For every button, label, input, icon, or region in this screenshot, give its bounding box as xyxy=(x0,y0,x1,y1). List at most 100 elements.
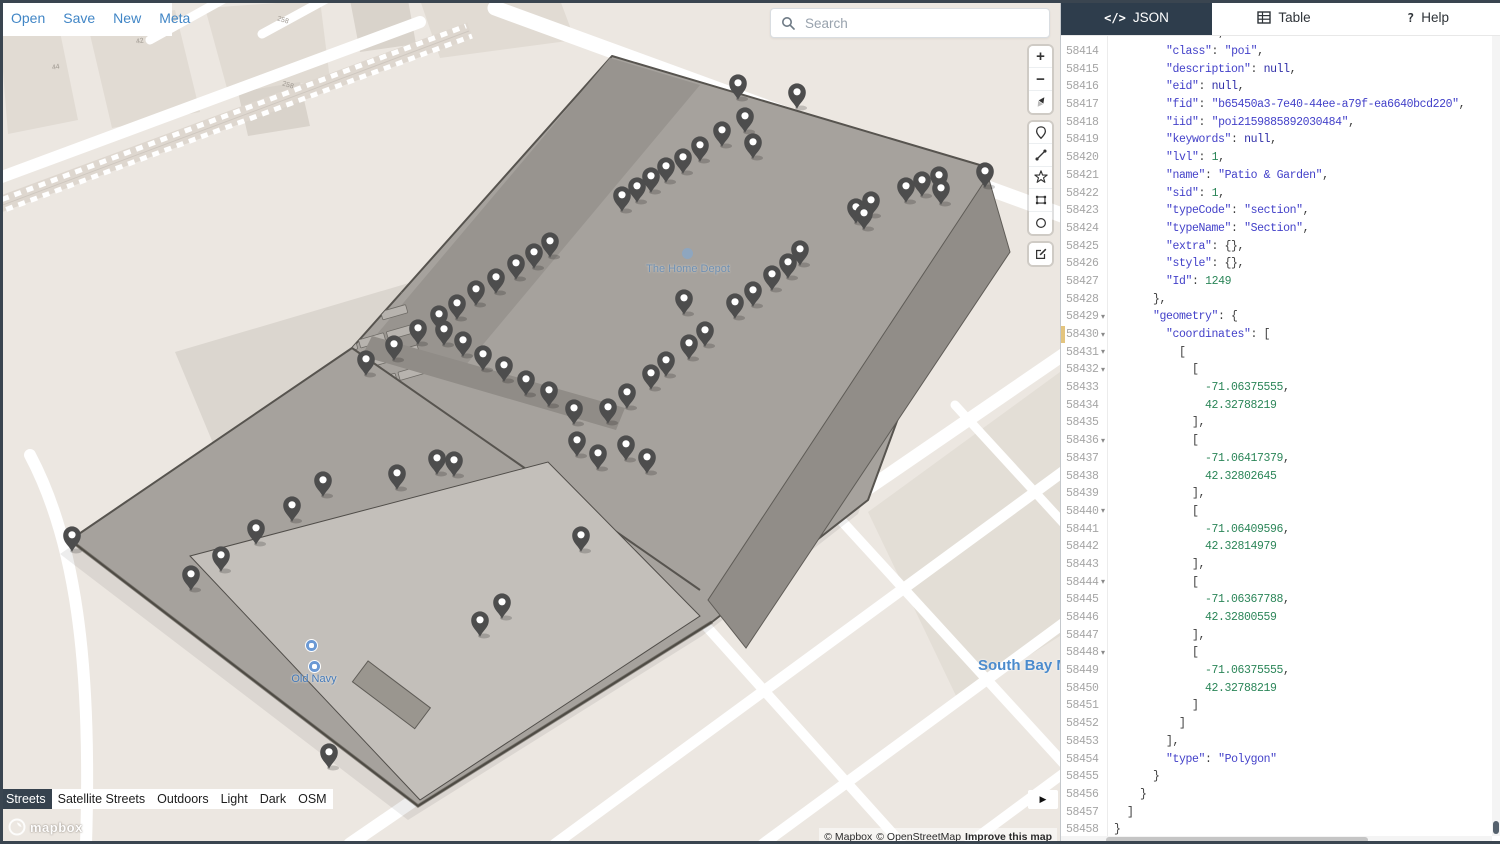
code-line: 58426 "style": {}, xyxy=(1061,254,1492,273)
gutter-line-number: 58429 ▾ xyxy=(1061,308,1108,326)
gutter-line-number: 58449 xyxy=(1061,661,1108,680)
gutter-line-number: 58450 xyxy=(1061,679,1108,698)
gutter-line-number: 58423 xyxy=(1061,201,1108,220)
gutter-line-number: 58445 xyxy=(1061,591,1108,609)
code-line: 58451 ] xyxy=(1061,697,1492,715)
gutter-line-number: 58424 xyxy=(1061,219,1108,238)
menu-save[interactable]: Save xyxy=(63,10,95,26)
code-line: 58430 ▾ "coordinates": [ xyxy=(1061,325,1492,344)
vertical-scrollbar xyxy=(1492,36,1500,836)
style-bar-expand-button[interactable]: ▶ xyxy=(1028,790,1058,809)
fold-arrow-icon[interactable]: ▾ xyxy=(1101,436,1105,444)
search-icon xyxy=(782,17,795,30)
draw-circle-button[interactable] xyxy=(1029,211,1052,234)
code-line: 58438 42.32802645 xyxy=(1061,467,1492,485)
gutter-line-number: 58428 xyxy=(1061,290,1108,308)
gutter-line-number: 58433 xyxy=(1061,378,1108,397)
fold-arrow-icon[interactable]: ▾ xyxy=(1101,577,1105,586)
gutter-line-number: 58436 ▾ xyxy=(1061,431,1108,450)
style-light[interactable]: Light xyxy=(215,789,254,809)
gutter-line-number: 58417 xyxy=(1061,95,1108,114)
menu-new[interactable]: New xyxy=(113,10,141,26)
fold-arrow-icon[interactable]: ▾ xyxy=(1101,330,1105,338)
code-line: 58417 "fid": "b65450a3-7e40-44ee-a79f-ea… xyxy=(1061,95,1492,114)
code-icon: </> xyxy=(1104,10,1126,25)
gutter-line-number: 58431 ▾ xyxy=(1061,343,1108,362)
gutter-line-number: 58422 xyxy=(1061,184,1108,202)
gutter-line-number: 58442 xyxy=(1061,537,1108,556)
old-navy-label: Old Navy xyxy=(291,673,337,685)
gutter-line-number: 58451 xyxy=(1061,697,1108,715)
fold-arrow-icon[interactable]: ▾ xyxy=(1101,648,1105,657)
tab-table[interactable]: Table xyxy=(1212,0,1356,35)
mapbox-logo[interactable]: mapbox xyxy=(8,818,83,836)
menu-bar: Open Save New Meta xyxy=(0,0,190,36)
mapbox-logo-icon xyxy=(8,818,26,836)
code-line: 58425 "extra": {}, xyxy=(1061,237,1492,255)
gutter-line-number: 58418 xyxy=(1061,113,1108,132)
draw-line-button[interactable] xyxy=(1029,144,1052,167)
code-line: 58432 ▾ [ xyxy=(1061,361,1492,379)
style-satellite-streets[interactable]: Satellite Streets xyxy=(52,789,152,809)
gutter-line-number: 58458 xyxy=(1061,820,1108,836)
edit-button[interactable] xyxy=(1029,243,1052,266)
search-input[interactable] xyxy=(803,14,1049,32)
vertical-scrollbar-thumb[interactable] xyxy=(1493,821,1499,834)
compass-icon xyxy=(1037,97,1044,107)
gutter-line-number: 58454 xyxy=(1061,750,1108,768)
code-line: 58433 -71.06375555, xyxy=(1061,378,1492,397)
code-line: 58419 "keywords": null, xyxy=(1061,131,1492,149)
compass-button[interactable] xyxy=(1029,90,1052,114)
code-line: 58456 } xyxy=(1061,785,1492,804)
code-line: 58420 "lvl": 1, xyxy=(1061,148,1492,167)
gutter-line-number: 58432 ▾ xyxy=(1061,361,1108,379)
style-streets[interactable]: Streets xyxy=(0,789,52,809)
draw-point-button[interactable] xyxy=(1029,122,1052,145)
gutter-line-number: 58421 xyxy=(1061,166,1108,185)
map-canvas[interactable] xyxy=(0,0,1060,844)
zoom-out-button[interactable]: − xyxy=(1029,68,1052,91)
code-line: 58421 "name": "Patio & Garden", xyxy=(1061,166,1492,185)
tab-help[interactable]: ? Help xyxy=(1356,0,1500,35)
draw-rectangle-button[interactable] xyxy=(1029,189,1052,212)
fold-arrow-icon[interactable]: ▾ xyxy=(1101,312,1105,321)
gutter-line-number: 58425 xyxy=(1061,237,1108,255)
gutter-line-number: 58427 xyxy=(1061,272,1108,291)
panel-tab-bar: </> JSON Table ? Help xyxy=(1061,0,1500,36)
gutter-line-number: 58416 xyxy=(1061,78,1108,96)
code-line: 58447 ], xyxy=(1061,626,1492,645)
fold-arrow-icon[interactable]: ▾ xyxy=(1101,365,1105,374)
style-dark[interactable]: Dark xyxy=(254,789,292,809)
star-tool-icon xyxy=(1033,170,1048,184)
home-depot-poi-icon xyxy=(682,248,693,259)
window-frame-left xyxy=(0,0,3,844)
code-line: 58446 42.32800559 xyxy=(1061,608,1492,627)
fold-arrow-icon[interactable]: ▾ xyxy=(1101,507,1105,515)
gutter-line-number: 58453 xyxy=(1061,732,1108,751)
gutter-line-number: 58437 xyxy=(1061,449,1108,468)
map-nav-controls: + − xyxy=(1029,46,1052,114)
gutter-line-number: 58419 xyxy=(1061,131,1108,149)
menu-meta[interactable]: Meta xyxy=(159,10,190,26)
gutter-line-number: 58444 ▾ xyxy=(1061,573,1108,591)
code-line: 58449 -71.06375555, xyxy=(1061,661,1492,680)
line-tool-icon xyxy=(1034,149,1047,161)
code-line: 58427 "Id": 1249 xyxy=(1061,272,1492,291)
code-line: 58436 ▾ [ xyxy=(1061,431,1492,450)
style-osm[interactable]: OSM xyxy=(292,789,332,809)
menu-open[interactable]: Open xyxy=(11,10,45,26)
style-outdoors[interactable]: Outdoors xyxy=(151,789,214,809)
draw-polygon-button[interactable] xyxy=(1029,166,1052,190)
gutter-line-number: 58435 xyxy=(1061,414,1108,432)
help-icon: ? xyxy=(1407,10,1415,25)
code-line: 58435 ], xyxy=(1061,414,1492,432)
tab-help-label: Help xyxy=(1421,10,1449,25)
code-line: 58418 "iid": "poi2159885892030484", xyxy=(1061,113,1492,132)
json-editor[interactable]: 58413 "bid": 1,58414 "class": "poi",5841… xyxy=(1061,36,1492,836)
tab-json[interactable]: </> JSON xyxy=(1061,0,1212,35)
code-line: 58442 42.32814979 xyxy=(1061,537,1492,556)
json-panel: </> JSON Table ? Help 58413 "bid": 1,584… xyxy=(1060,0,1500,844)
zoom-in-button[interactable]: + xyxy=(1029,46,1052,69)
fold-arrow-icon[interactable]: ▾ xyxy=(1101,348,1105,356)
code-line: 58445 -71.06367788, xyxy=(1061,591,1492,609)
